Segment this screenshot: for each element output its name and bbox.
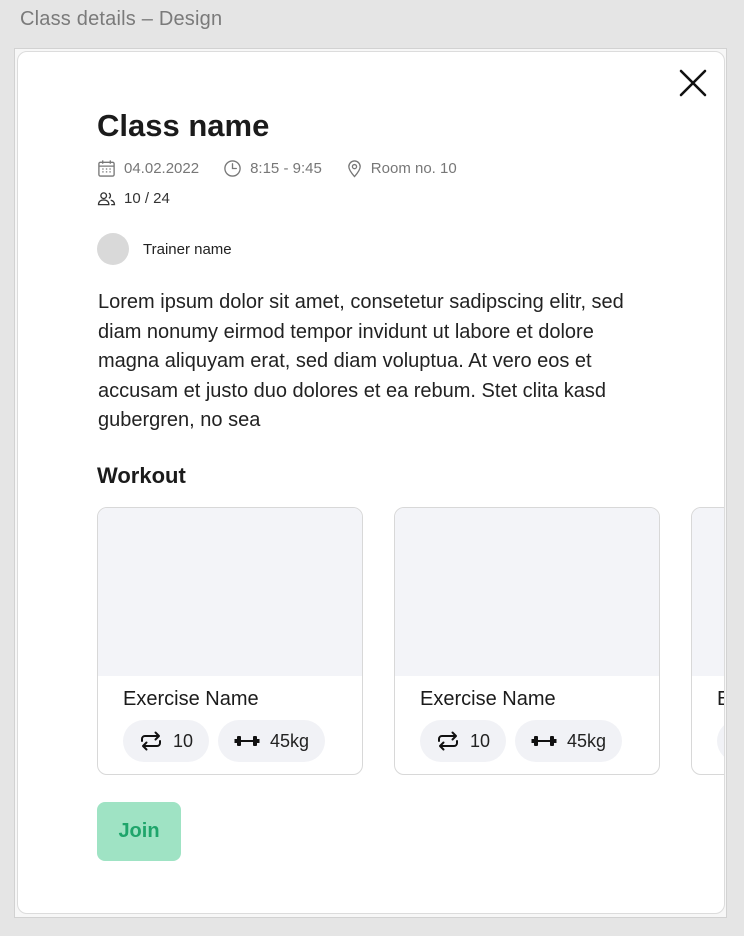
- class-description: Lorem ipsum dolor sit amet, consetetur s…: [98, 291, 624, 431]
- close-button[interactable]: [678, 68, 708, 98]
- exercise-image: [98, 508, 362, 676]
- repeat-icon: [438, 731, 458, 751]
- exercise-name: Exercise Name: [717, 688, 724, 711]
- exercise-name: Exercise Name: [123, 688, 259, 710]
- dumbbell-icon: [531, 736, 557, 746]
- exercise-carousel[interactable]: Exercise Name 10 45kg Exercise Name 10 4…: [97, 507, 724, 775]
- class-time-text: 8:15 - 9:45: [250, 160, 322, 177]
- exercise-card[interactable]: Exercise Name 10: [691, 507, 724, 775]
- exercise-stats: 10 45kg: [123, 720, 326, 762]
- reps-value: 10: [470, 730, 491, 751]
- workout-heading: Workout: [97, 463, 186, 488]
- class-room: Room no. 10: [346, 159, 457, 178]
- exercise-name: Exercise Name: [420, 688, 556, 710]
- dumbbell-icon: [234, 736, 260, 746]
- location-pin-icon: [347, 160, 361, 178]
- exercise-image: [692, 508, 724, 676]
- users-icon: [97, 192, 116, 206]
- repeat-icon: [141, 731, 161, 751]
- class-capacity-text: 10 / 24: [124, 190, 170, 207]
- close-icon: [679, 69, 707, 97]
- weight-value: 45kg: [567, 730, 607, 751]
- reps-pill: 10: [420, 720, 507, 762]
- class-time: 8:15 - 9:45: [223, 159, 322, 178]
- join-button[interactable]: Join: [97, 802, 181, 861]
- reps-value: 10: [173, 730, 194, 751]
- exercise-card[interactable]: Exercise Name 10: [97, 507, 363, 775]
- class-date: 04.02.2022: [97, 159, 199, 178]
- exercise-card[interactable]: Exercise Name 10: [394, 507, 660, 775]
- capacity-item: 10 / 24: [97, 190, 170, 207]
- weight-pill: 45kg: [218, 720, 326, 762]
- calendar-icon: [98, 160, 115, 177]
- reps-pill: 10: [717, 720, 724, 762]
- clock-icon: [224, 160, 241, 177]
- window-title: Class details – Design: [20, 8, 223, 30]
- trainer-info[interactable]: Trainer name: [97, 233, 232, 265]
- avatar: [97, 233, 129, 265]
- class-title: Class name: [97, 108, 270, 143]
- weight-value: 45kg: [270, 730, 310, 751]
- class-meta-row: 04.02.2022 8:15 - 9:45 Room no. 10: [97, 159, 481, 178]
- class-room-text: Room no. 10: [370, 160, 457, 177]
- reps-pill: 10: [123, 720, 210, 762]
- class-details-modal: Class name 04.02.2022 8:15 - 9:45 Room n…: [17, 51, 725, 914]
- class-capacity: 10 / 24: [97, 190, 194, 207]
- exercise-image: [395, 508, 659, 676]
- trainer-name: Trainer name: [143, 240, 232, 258]
- exercise-stats: 10 45kg: [420, 720, 623, 762]
- exercise-stats: 10 45kg: [717, 720, 724, 762]
- class-date-text: 04.02.2022: [124, 160, 200, 177]
- weight-pill: 45kg: [515, 720, 623, 762]
